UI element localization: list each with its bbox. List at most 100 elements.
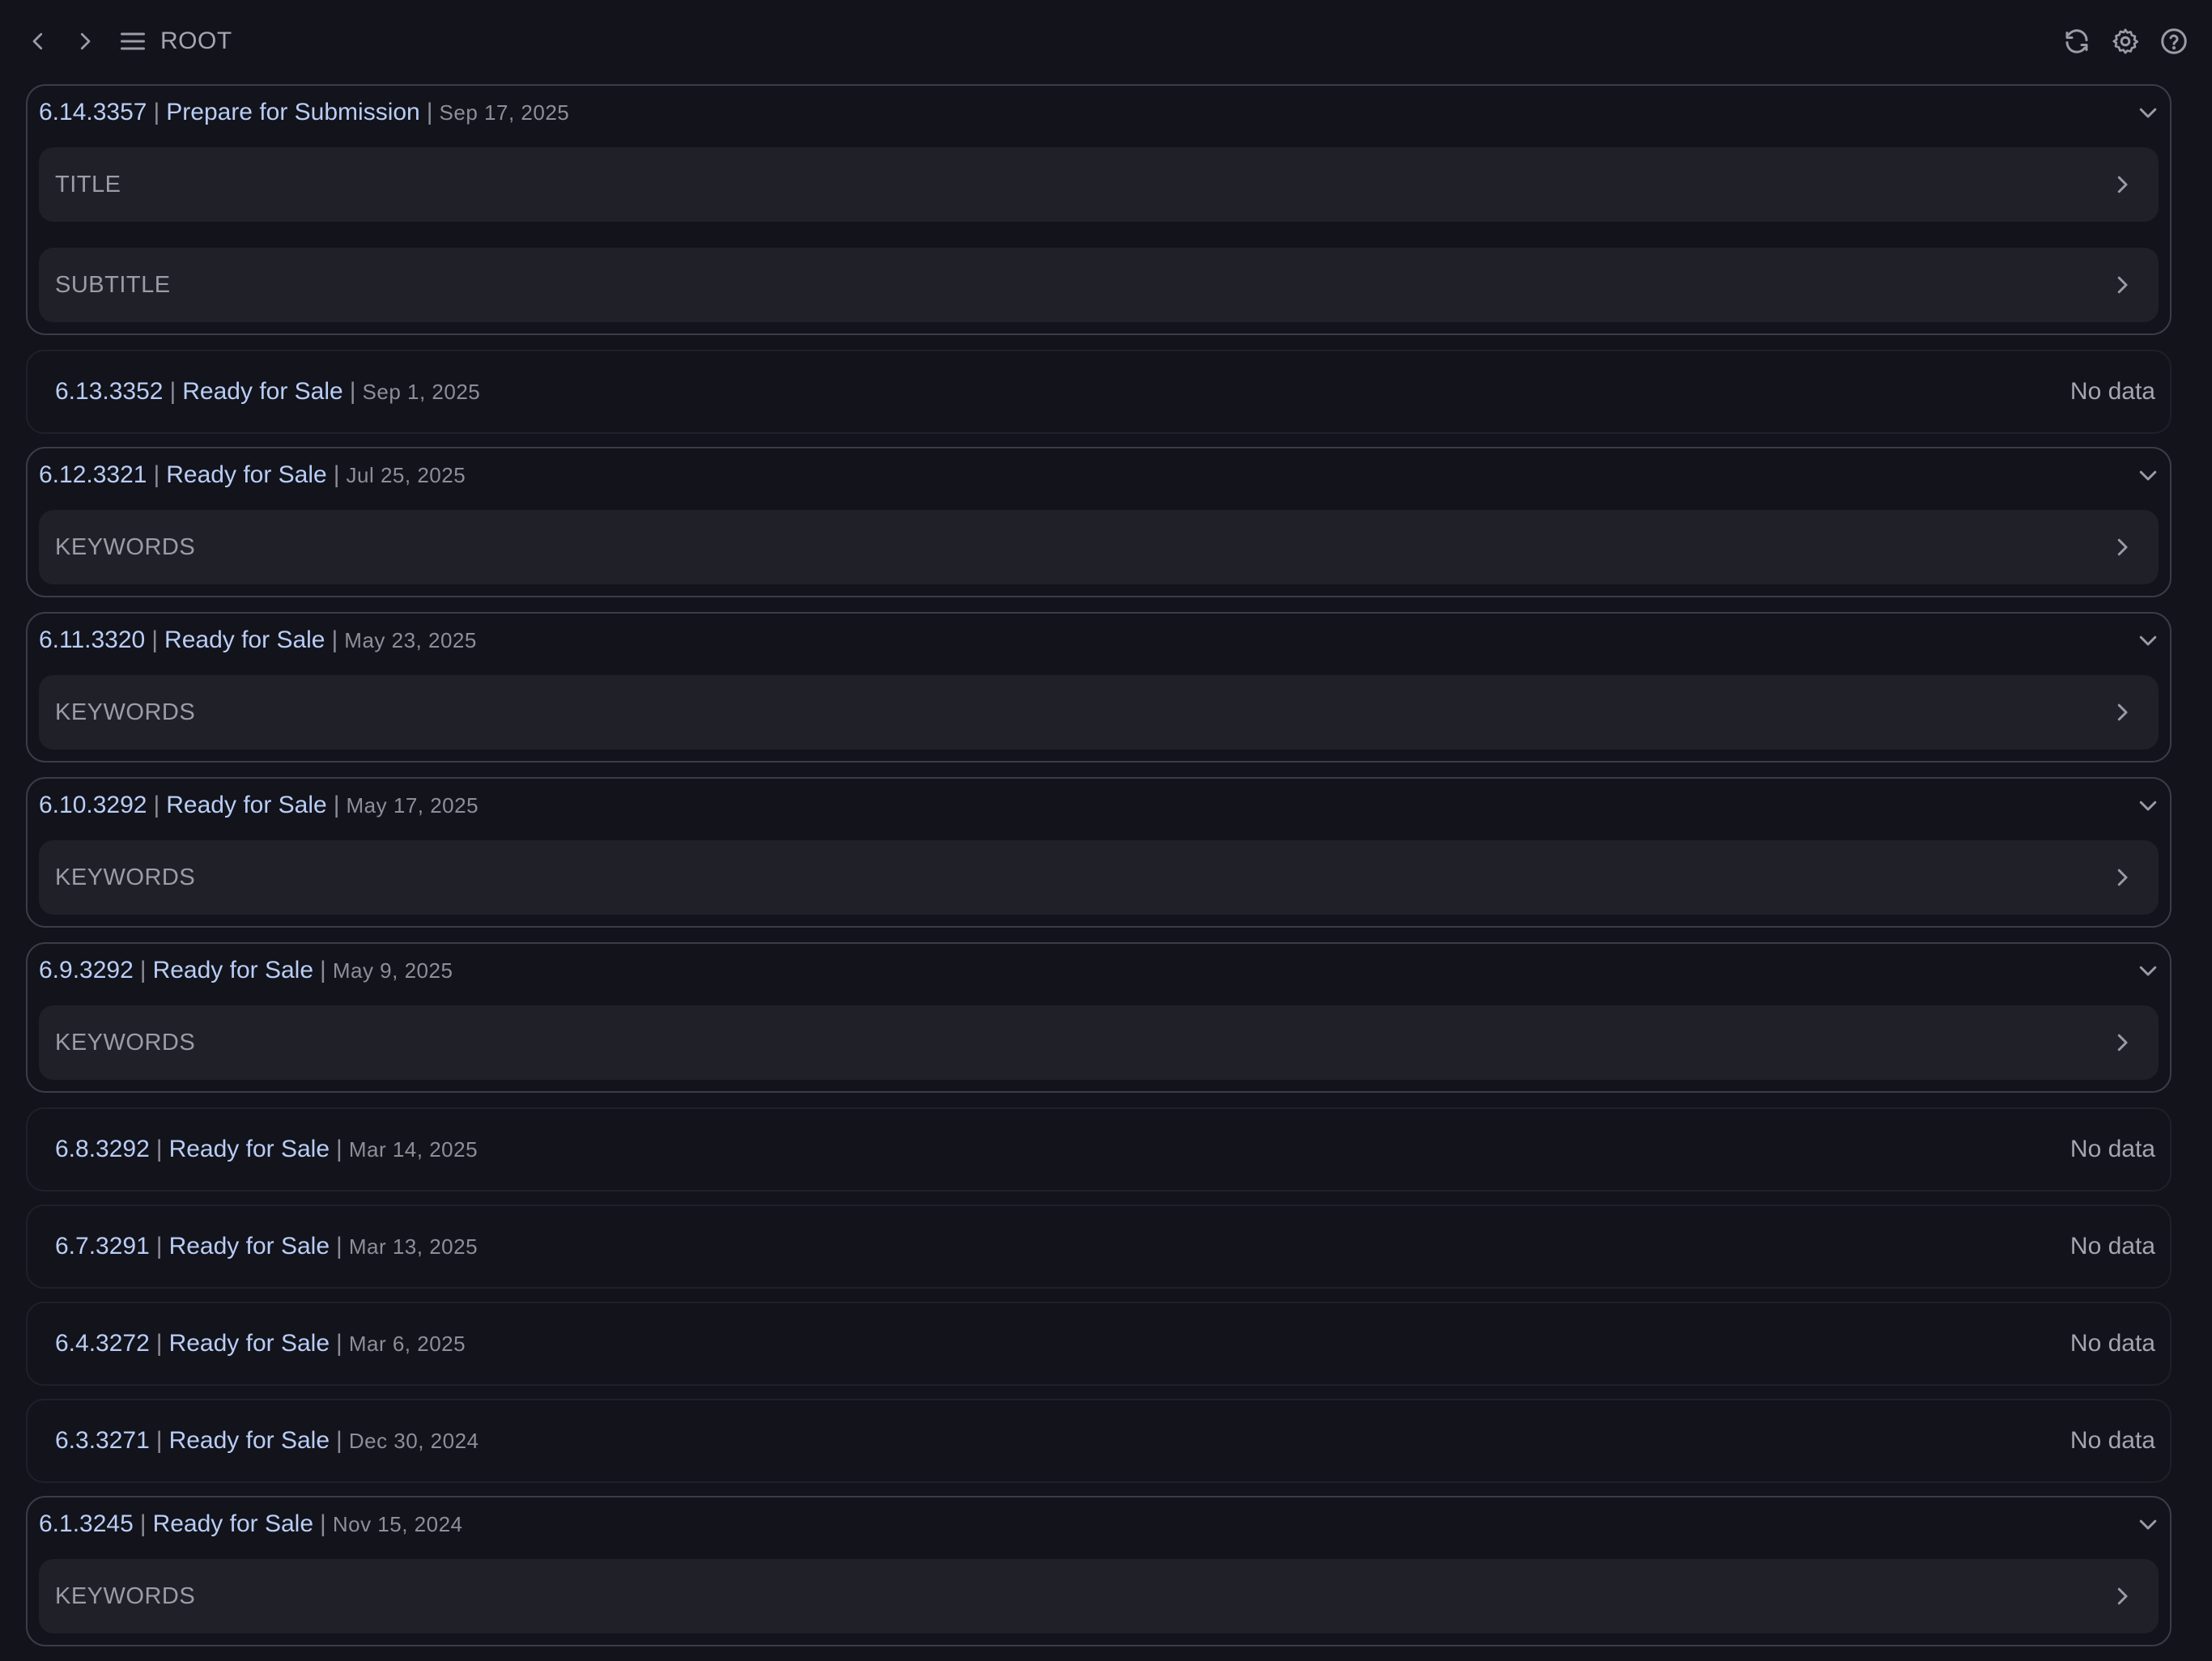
version-date: Mar 6, 2025 bbox=[348, 1332, 466, 1356]
version-card: 6.9.3292 | Ready for Sale | May 9, 2025 KEYWO… bbox=[26, 942, 2172, 1093]
version-row[interactable]: 6.13.3352 | Ready for Sale | Sep 1, 2025 No d… bbox=[26, 350, 2172, 434]
version-status: Ready for Sale bbox=[168, 1330, 330, 1357]
separator: | bbox=[320, 1510, 326, 1537]
separator: | bbox=[426, 99, 433, 125]
version-number: 6.3.3271 bbox=[55, 1427, 150, 1454]
metadata-field-row[interactable]: KEYWORDS bbox=[39, 675, 2159, 750]
version-status: Ready for Sale bbox=[166, 792, 327, 818]
version-card-header[interactable]: 6.1.3245 | Ready for Sale | Nov 15, 2024 bbox=[28, 1497, 2170, 1551]
version-header-text: 6.11.3320 | Ready for Sale | May 23, 2025 bbox=[39, 627, 477, 654]
help-icon bbox=[2161, 28, 2187, 54]
metadata-field-label: SUBTITLE bbox=[55, 271, 171, 298]
metadata-field-row[interactable]: KEYWORDS bbox=[39, 510, 2159, 584]
separator: | bbox=[153, 99, 160, 125]
version-status: Ready for Sale bbox=[152, 1510, 314, 1537]
separator: | bbox=[336, 1427, 342, 1454]
separator: | bbox=[169, 378, 177, 405]
separator: | bbox=[349, 378, 356, 405]
version-header-text: 6.8.3292 | Ready for Sale | Mar 14, 2025 bbox=[55, 1136, 478, 1163]
version-status: Ready for Sale bbox=[168, 1136, 330, 1162]
version-row[interactable]: 6.3.3271 | Ready for Sale | Dec 30, 2024 No d… bbox=[26, 1399, 2172, 1483]
separator: | bbox=[336, 1136, 342, 1162]
no-data-label: No data bbox=[2069, 1330, 2155, 1357]
version-card: 6.11.3320 | Ready for Sale | May 23, 2025 KEY… bbox=[26, 612, 2172, 763]
version-card-header[interactable]: 6.11.3320 | Ready for Sale | May 23, 2025 bbox=[28, 614, 2170, 667]
version-date: May 23, 2025 bbox=[344, 628, 477, 652]
version-card: 6.10.3292 | Ready for Sale | May 17, 2025 KEY… bbox=[26, 777, 2172, 928]
version-number: 6.13.3352 bbox=[55, 378, 164, 405]
chevron-down-icon bbox=[2139, 966, 2157, 976]
version-status: Ready for Sale bbox=[152, 957, 314, 983]
refresh-button[interactable] bbox=[2057, 21, 2097, 62]
settings-button[interactable] bbox=[2105, 21, 2146, 62]
chevron-down-icon bbox=[2139, 635, 2157, 646]
version-header-text: 6.3.3271 | Ready for Sale | Dec 30, 2024 bbox=[55, 1427, 479, 1455]
separator: | bbox=[333, 461, 340, 488]
hamburger-icon bbox=[121, 32, 145, 50]
version-row[interactable]: 6.8.3292 | Ready for Sale | Mar 14, 2025 No d… bbox=[26, 1107, 2172, 1192]
version-header-text: 6.7.3291 | Ready for Sale | Mar 13, 2025 bbox=[55, 1233, 478, 1260]
version-date: Mar 13, 2025 bbox=[348, 1234, 479, 1259]
version-header-text: 6.1.3245 | Ready for Sale | Nov 15, 2024 bbox=[39, 1510, 463, 1538]
no-data-label: No data bbox=[2069, 1233, 2155, 1260]
metadata-field-label: KEYWORDS bbox=[55, 1582, 196, 1609]
chevron-down-icon bbox=[2139, 108, 2157, 118]
gear-icon bbox=[2112, 28, 2139, 54]
version-card-header[interactable]: 6.14.3357 | Prepare for Submission | Sep 17,… bbox=[28, 86, 2170, 139]
metadata-field-row[interactable]: TITLE bbox=[39, 147, 2159, 222]
version-header-text: 6.9.3292 | Ready for Sale | May 9, 2025 bbox=[39, 957, 453, 984]
version-card-header[interactable]: 6.9.3292 | Ready for Sale | May 9, 2025 bbox=[28, 944, 2170, 997]
separator: | bbox=[333, 792, 340, 818]
version-header-text: 6.13.3352 | Ready for Sale | Sep 1, 2025 bbox=[55, 378, 480, 406]
help-button[interactable] bbox=[2154, 21, 2194, 62]
metadata-field-label: TITLE bbox=[55, 171, 121, 198]
chevron-right-icon bbox=[2117, 1034, 2128, 1051]
forward-button[interactable] bbox=[66, 23, 104, 60]
version-number: 6.7.3291 bbox=[55, 1233, 150, 1260]
separator: | bbox=[153, 792, 160, 818]
separator: | bbox=[155, 1233, 163, 1260]
chevron-down-icon bbox=[2139, 1519, 2157, 1530]
version-date: Dec 30, 2024 bbox=[348, 1429, 479, 1453]
separator: | bbox=[153, 461, 160, 488]
metadata-field-row[interactable]: KEYWORDS bbox=[39, 1559, 2159, 1633]
no-data-label: No data bbox=[2069, 378, 2155, 405]
version-status: Ready for Sale bbox=[166, 461, 327, 488]
metadata-field-row[interactable]: SUBTITLE bbox=[39, 248, 2159, 322]
chevron-right-icon bbox=[2117, 176, 2128, 193]
version-number: 6.1.3245 bbox=[39, 1510, 134, 1537]
refresh-icon bbox=[2065, 29, 2088, 53]
separator: | bbox=[336, 1330, 342, 1357]
metadata-field-row[interactable]: KEYWORDS bbox=[39, 1005, 2159, 1080]
metadata-field-row[interactable]: KEYWORDS bbox=[39, 840, 2159, 915]
breadcrumb[interactable]: ROOT bbox=[118, 23, 232, 60]
version-number: 6.9.3292 bbox=[39, 957, 134, 983]
version-number: 6.14.3357 bbox=[39, 99, 147, 125]
version-number: 6.10.3292 bbox=[39, 792, 147, 818]
version-number: 6.12.3321 bbox=[39, 461, 147, 488]
separator: | bbox=[139, 1510, 147, 1537]
version-header-text: 6.10.3292 | Ready for Sale | May 17, 2025 bbox=[39, 792, 479, 819]
version-card: 6.12.3321 | Ready for Sale | Jul 25, 2025 KEY… bbox=[26, 447, 2172, 597]
separator: | bbox=[155, 1136, 163, 1162]
version-header-text: 6.12.3321 | Ready for Sale | Jul 25, 2025 bbox=[39, 461, 466, 489]
separator: | bbox=[155, 1427, 163, 1454]
chevron-right-icon bbox=[2117, 703, 2128, 721]
version-row[interactable]: 6.4.3272 | Ready for Sale | Mar 6, 2025 No da… bbox=[26, 1302, 2172, 1386]
chevron-right-icon bbox=[2117, 1587, 2128, 1605]
version-date: Mar 14, 2025 bbox=[348, 1137, 479, 1162]
version-card-header[interactable]: 6.10.3292 | Ready for Sale | May 17, 2025 bbox=[28, 779, 2170, 832]
chevron-right-icon bbox=[2117, 869, 2128, 886]
no-data-label: No data bbox=[2069, 1136, 2155, 1162]
version-card-header[interactable]: 6.12.3321 | Ready for Sale | Jul 25, 2025 bbox=[28, 448, 2170, 502]
chevron-down-icon bbox=[2139, 470, 2157, 481]
version-status: Ready for Sale bbox=[168, 1427, 330, 1454]
back-button[interactable] bbox=[19, 23, 57, 60]
top-bar: ROOT bbox=[0, 0, 2212, 83]
chevron-left-icon bbox=[32, 32, 43, 50]
version-header-text: 6.14.3357 | Prepare for Submission | Sep 17,… bbox=[39, 99, 569, 126]
chevron-right-icon bbox=[2117, 538, 2128, 556]
no-data-label: No data bbox=[2069, 1427, 2155, 1454]
version-row[interactable]: 6.7.3291 | Ready for Sale | Mar 13, 2025 No d… bbox=[26, 1204, 2172, 1289]
version-number: 6.8.3292 bbox=[55, 1136, 150, 1162]
